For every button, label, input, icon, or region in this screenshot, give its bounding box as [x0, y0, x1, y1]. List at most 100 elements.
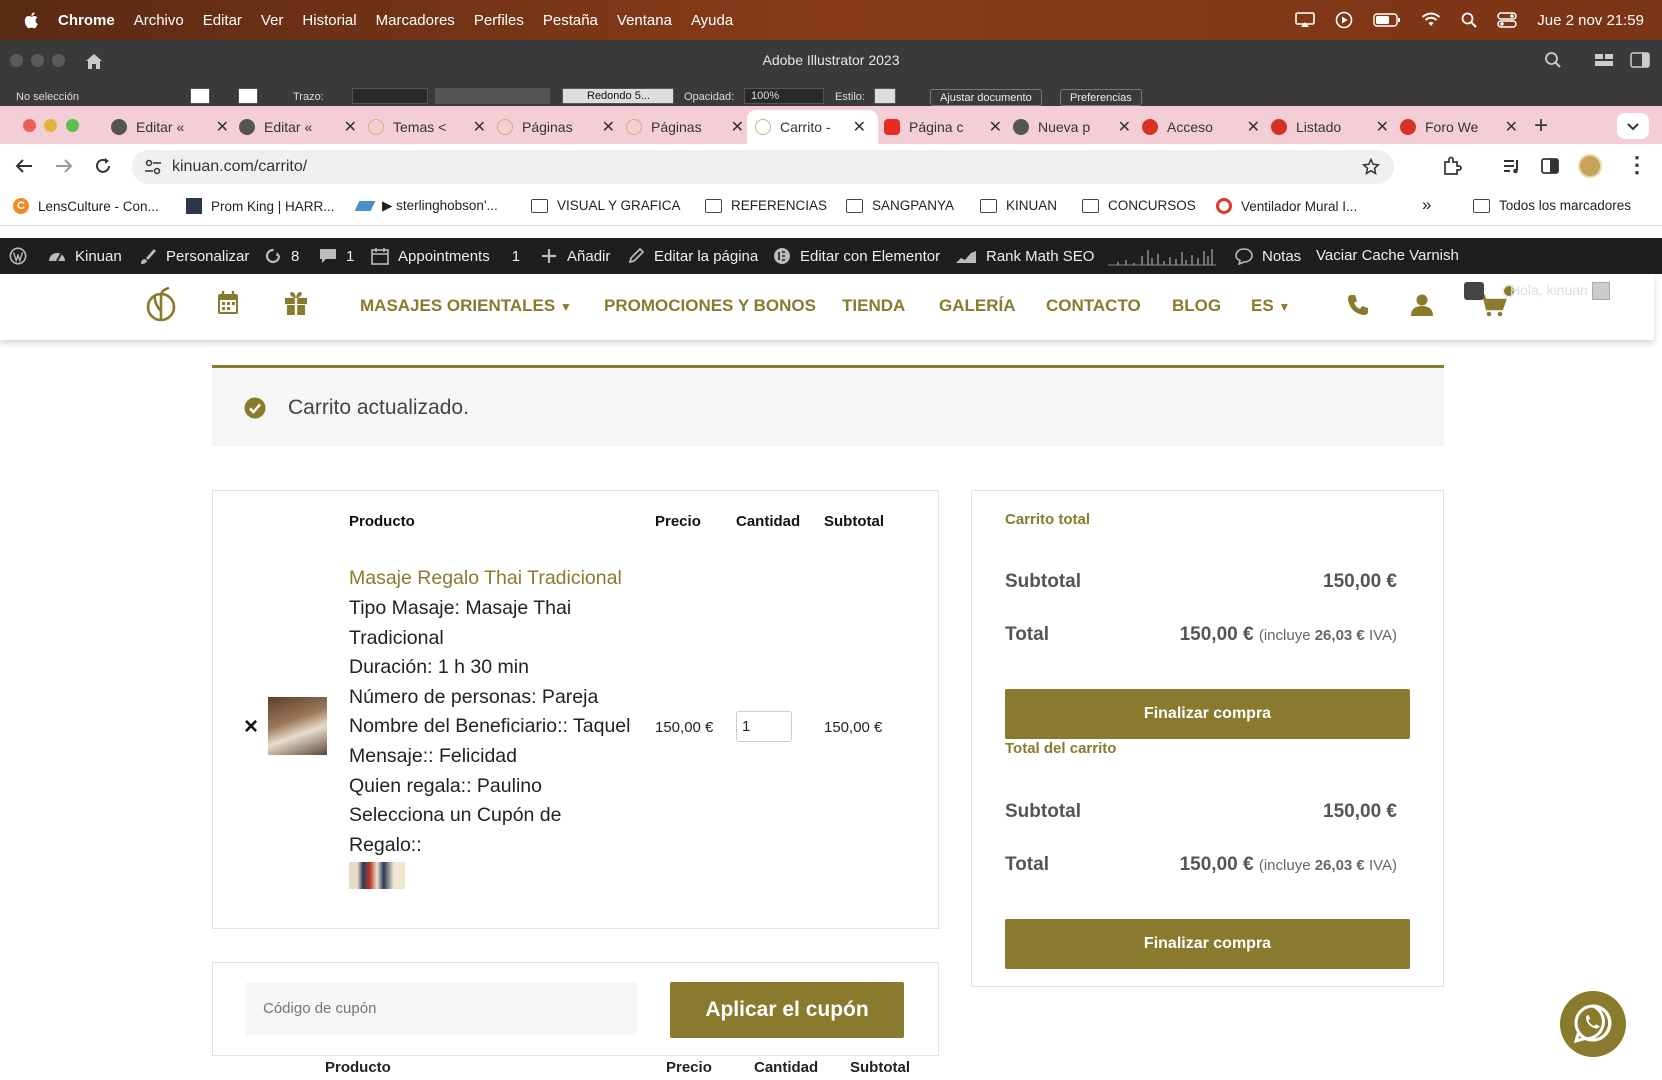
- wp-edit-page[interactable]: Editar la página: [626, 247, 758, 265]
- reload-icon[interactable]: [93, 156, 113, 176]
- preferences-button[interactable]: Preferencias: [1060, 89, 1142, 106]
- play-icon[interactable]: [1335, 11, 1353, 29]
- control-center-icon[interactable]: [1497, 12, 1517, 28]
- bookmark-kinuan[interactable]: KINUAN: [980, 198, 1057, 213]
- brush-field[interactable]: Redondo 5...: [562, 88, 674, 104]
- close-tab-icon[interactable]: ✕: [989, 117, 1002, 137]
- nav-language[interactable]: ES ▼: [1251, 296, 1290, 316]
- close-tab-icon[interactable]: ✕: [1376, 117, 1389, 137]
- wp-add-new[interactable]: Añadir: [539, 247, 610, 265]
- variable-width-field[interactable]: [435, 88, 550, 104]
- close-tab-icon[interactable]: ✕: [602, 117, 615, 137]
- style-swatch[interactable]: [874, 88, 896, 104]
- menu-app-name[interactable]: Chrome: [58, 12, 115, 29]
- quantity-input[interactable]: [736, 711, 792, 742]
- stroke-weight-field[interactable]: [352, 88, 428, 104]
- coupon-code-input[interactable]: [246, 982, 637, 1035]
- chrome-menu-icon[interactable]: ⋮: [1626, 152, 1648, 178]
- battery-icon[interactable]: [1373, 13, 1401, 27]
- checkout-button[interactable]: Finalizar compra: [1005, 919, 1410, 969]
- tab-search-button[interactable]: [1617, 113, 1649, 139]
- calendar-icon[interactable]: [216, 290, 240, 316]
- wp-varnish[interactable]: Vaciar Cache Varnish: [1316, 247, 1459, 264]
- tab-9[interactable]: Acceso ✕: [1142, 110, 1260, 144]
- close-tab-icon[interactable]: ✕: [853, 117, 866, 137]
- wifi-icon[interactable]: [1421, 12, 1441, 28]
- bookmark-visual-grafica[interactable]: VISUAL Y GRAFICA: [531, 198, 681, 213]
- bookmark-concursos[interactable]: CONCURSOS: [1082, 198, 1196, 213]
- menu-historial[interactable]: Historial: [302, 12, 356, 29]
- nav-contacto[interactable]: CONTACTO: [1046, 296, 1141, 316]
- menu-marcadores[interactable]: Marcadores: [376, 12, 455, 29]
- wp-appointments[interactable]: Appointments 1: [370, 247, 520, 265]
- apple-icon[interactable]: [22, 10, 42, 30]
- wp-site-name[interactable]: Kinuan: [47, 247, 122, 265]
- howdy-greeting[interactable]: Hola, kinuan: [1510, 282, 1588, 298]
- nav-tienda[interactable]: TIENDA: [842, 296, 905, 316]
- search-icon[interactable]: [1461, 12, 1477, 28]
- new-tab-button[interactable]: +: [1534, 112, 1548, 140]
- bookmarks-overflow-icon[interactable]: »: [1422, 195, 1431, 215]
- bookmark-lensculture[interactable]: C LensCulture - Con...: [13, 198, 159, 214]
- minimize-window-button[interactable]: [44, 119, 57, 132]
- wp-updates[interactable]: 8: [263, 247, 299, 265]
- checkout-button[interactable]: Finalizar compra: [1005, 689, 1410, 739]
- close-tab-icon[interactable]: ✕: [473, 117, 486, 137]
- back-icon[interactable]: [14, 157, 34, 175]
- extensions-icon[interactable]: [1442, 156, 1462, 176]
- menu-ayuda[interactable]: Ayuda: [691, 12, 733, 29]
- nav-blog[interactable]: BLOG: [1172, 296, 1221, 316]
- close-tab-icon[interactable]: ✕: [731, 117, 744, 137]
- bookmark-star-icon[interactable]: [1362, 158, 1380, 176]
- bookmark-sterlinghobson[interactable]: ▶ sterlinghobson'...: [354, 198, 498, 214]
- phone-icon[interactable]: [1346, 293, 1370, 317]
- menu-pestana[interactable]: Pestaña: [543, 12, 598, 29]
- close-window-button[interactable]: [23, 119, 36, 132]
- remove-item-icon[interactable]: ×: [244, 713, 258, 741]
- fill-swatch[interactable]: [190, 88, 210, 104]
- wp-notes[interactable]: Notas: [1234, 247, 1301, 265]
- wp-elementor[interactable]: Editar con Elementor: [772, 247, 940, 265]
- nav-galeria[interactable]: GALERÍA: [939, 296, 1016, 316]
- wp-rankmath[interactable]: Rank Math SEO: [954, 247, 1094, 265]
- admin-notes-widget-icon[interactable]: [1464, 282, 1484, 300]
- bookmark-ventilador[interactable]: Ventilador Mural I...: [1216, 198, 1357, 214]
- forward-icon[interactable]: [54, 157, 74, 175]
- tab-10[interactable]: Listado ✕: [1271, 110, 1389, 144]
- stroke-swatch[interactable]: [238, 88, 258, 104]
- admin-avatar[interactable]: [1592, 282, 1610, 300]
- whatsapp-button[interactable]: [1560, 991, 1626, 1057]
- tab-1[interactable]: Editar « ✕: [111, 110, 229, 144]
- menu-perfiles[interactable]: Perfiles: [474, 12, 524, 29]
- bookmark-prom-king[interactable]: Prom King | HARR...: [186, 198, 335, 214]
- close-tab-icon[interactable]: ✕: [216, 117, 229, 137]
- apply-coupon-button[interactable]: Aplicar el cupón: [670, 982, 904, 1038]
- profile-avatar[interactable]: [1578, 154, 1602, 178]
- tab-4[interactable]: Páginas ✕: [497, 110, 615, 144]
- wp-logo[interactable]: [8, 247, 36, 265]
- tab-11[interactable]: Foro We ✕: [1400, 110, 1518, 144]
- menu-archivo[interactable]: Archivo: [134, 12, 184, 29]
- close-tab-icon[interactable]: ✕: [344, 117, 357, 137]
- close-tab-icon[interactable]: ✕: [1505, 117, 1518, 137]
- media-control-icon[interactable]: [1502, 156, 1522, 176]
- user-account-icon[interactable]: [1410, 293, 1434, 317]
- product-name-link[interactable]: Masaje Regalo Thai Tradicional: [349, 567, 622, 590]
- fit-document-button[interactable]: Ajustar documento: [930, 89, 1042, 106]
- gift-icon[interactable]: [283, 290, 309, 316]
- arrange-icon[interactable]: [1594, 52, 1614, 68]
- maximize-window-button[interactable]: [66, 119, 79, 132]
- kinuan-logo-icon[interactable]: [145, 287, 177, 323]
- address-bar[interactable]: kinuan.com/carrito/: [132, 150, 1394, 184]
- site-info-icon[interactable]: [144, 159, 162, 175]
- product-thumbnail[interactable]: [268, 697, 327, 755]
- opacity-field[interactable]: 100%: [744, 88, 824, 104]
- menu-ver[interactable]: Ver: [261, 12, 284, 29]
- wp-comments[interactable]: 1: [318, 247, 354, 265]
- close-tab-icon[interactable]: ✕: [1247, 117, 1260, 137]
- ai-search-icon[interactable]: [1544, 51, 1562, 69]
- nav-masajes-orientales[interactable]: MASAJES ORIENTALES ▼: [360, 296, 572, 316]
- menu-editar[interactable]: Editar: [203, 12, 242, 29]
- clock[interactable]: Jue 2 nov 21:59: [1537, 12, 1644, 29]
- side-panel-icon[interactable]: [1540, 156, 1560, 176]
